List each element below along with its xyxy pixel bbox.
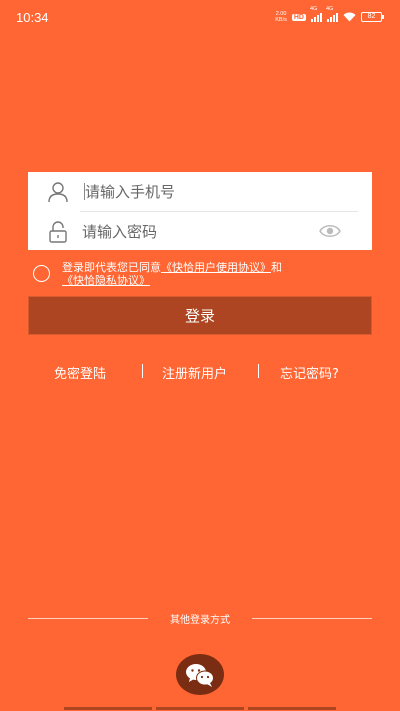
password-input[interactable] [82, 222, 302, 241]
eye-icon[interactable] [319, 223, 341, 239]
wifi-icon [343, 12, 356, 22]
signal-icon: 4G [310, 6, 322, 22]
wechat-login-button[interactable] [176, 654, 224, 695]
lock-icon [49, 220, 67, 243]
link-separator [142, 364, 143, 378]
wechat-icon [186, 663, 214, 687]
phone-input[interactable] [85, 182, 305, 201]
hd-badge: HD [291, 13, 306, 21]
network-speed: 2.00 KB/s [275, 11, 287, 23]
status-time: 10:34 [16, 9, 49, 25]
privacy-agreement-link[interactable]: 《快恰隐私协议》 [62, 274, 150, 287]
divider-line-right [252, 617, 372, 619]
link-separator [258, 364, 259, 378]
password-field-row [28, 212, 372, 251]
login-form [28, 172, 372, 250]
status-icons: 2.00 KB/s HD 4G 4G 82 [275, 6, 384, 23]
bottom-gesture-bar [0, 707, 400, 711]
user-agreement-link[interactable]: 《快恰用户使用协议》 [161, 261, 271, 274]
other-login-divider: 其他登录方式 [28, 610, 372, 626]
forgot-password-link[interactable]: 忘记密码? [280, 363, 339, 382]
agreement-checkbox[interactable] [33, 265, 50, 282]
signal-icon-2: 4G [326, 6, 338, 22]
other-login-label: 其他登录方式 [170, 614, 230, 626]
register-link[interactable]: 注册新用户 [162, 363, 227, 382]
login-button[interactable]: 登录 [28, 296, 372, 335]
password-free-login-link[interactable]: 免密登陆 [54, 363, 106, 382]
battery-icon: 82 [361, 12, 384, 22]
divider-line-left [28, 617, 148, 619]
secondary-links: 免密登陆 注册新用户 忘记密码? [0, 362, 400, 382]
user-icon [48, 181, 68, 202]
agreement-text: 登录即代表您已同意《快恰用户使用协议》和《快恰隐私协议》 [62, 261, 282, 287]
agreement-row: 登录即代表您已同意《快恰用户使用协议》和《快恰隐私协议》 [33, 261, 373, 287]
phone-field-row [28, 172, 372, 211]
status-bar: 10:34 2.00 KB/s HD 4G 4G 82 [0, 0, 400, 34]
